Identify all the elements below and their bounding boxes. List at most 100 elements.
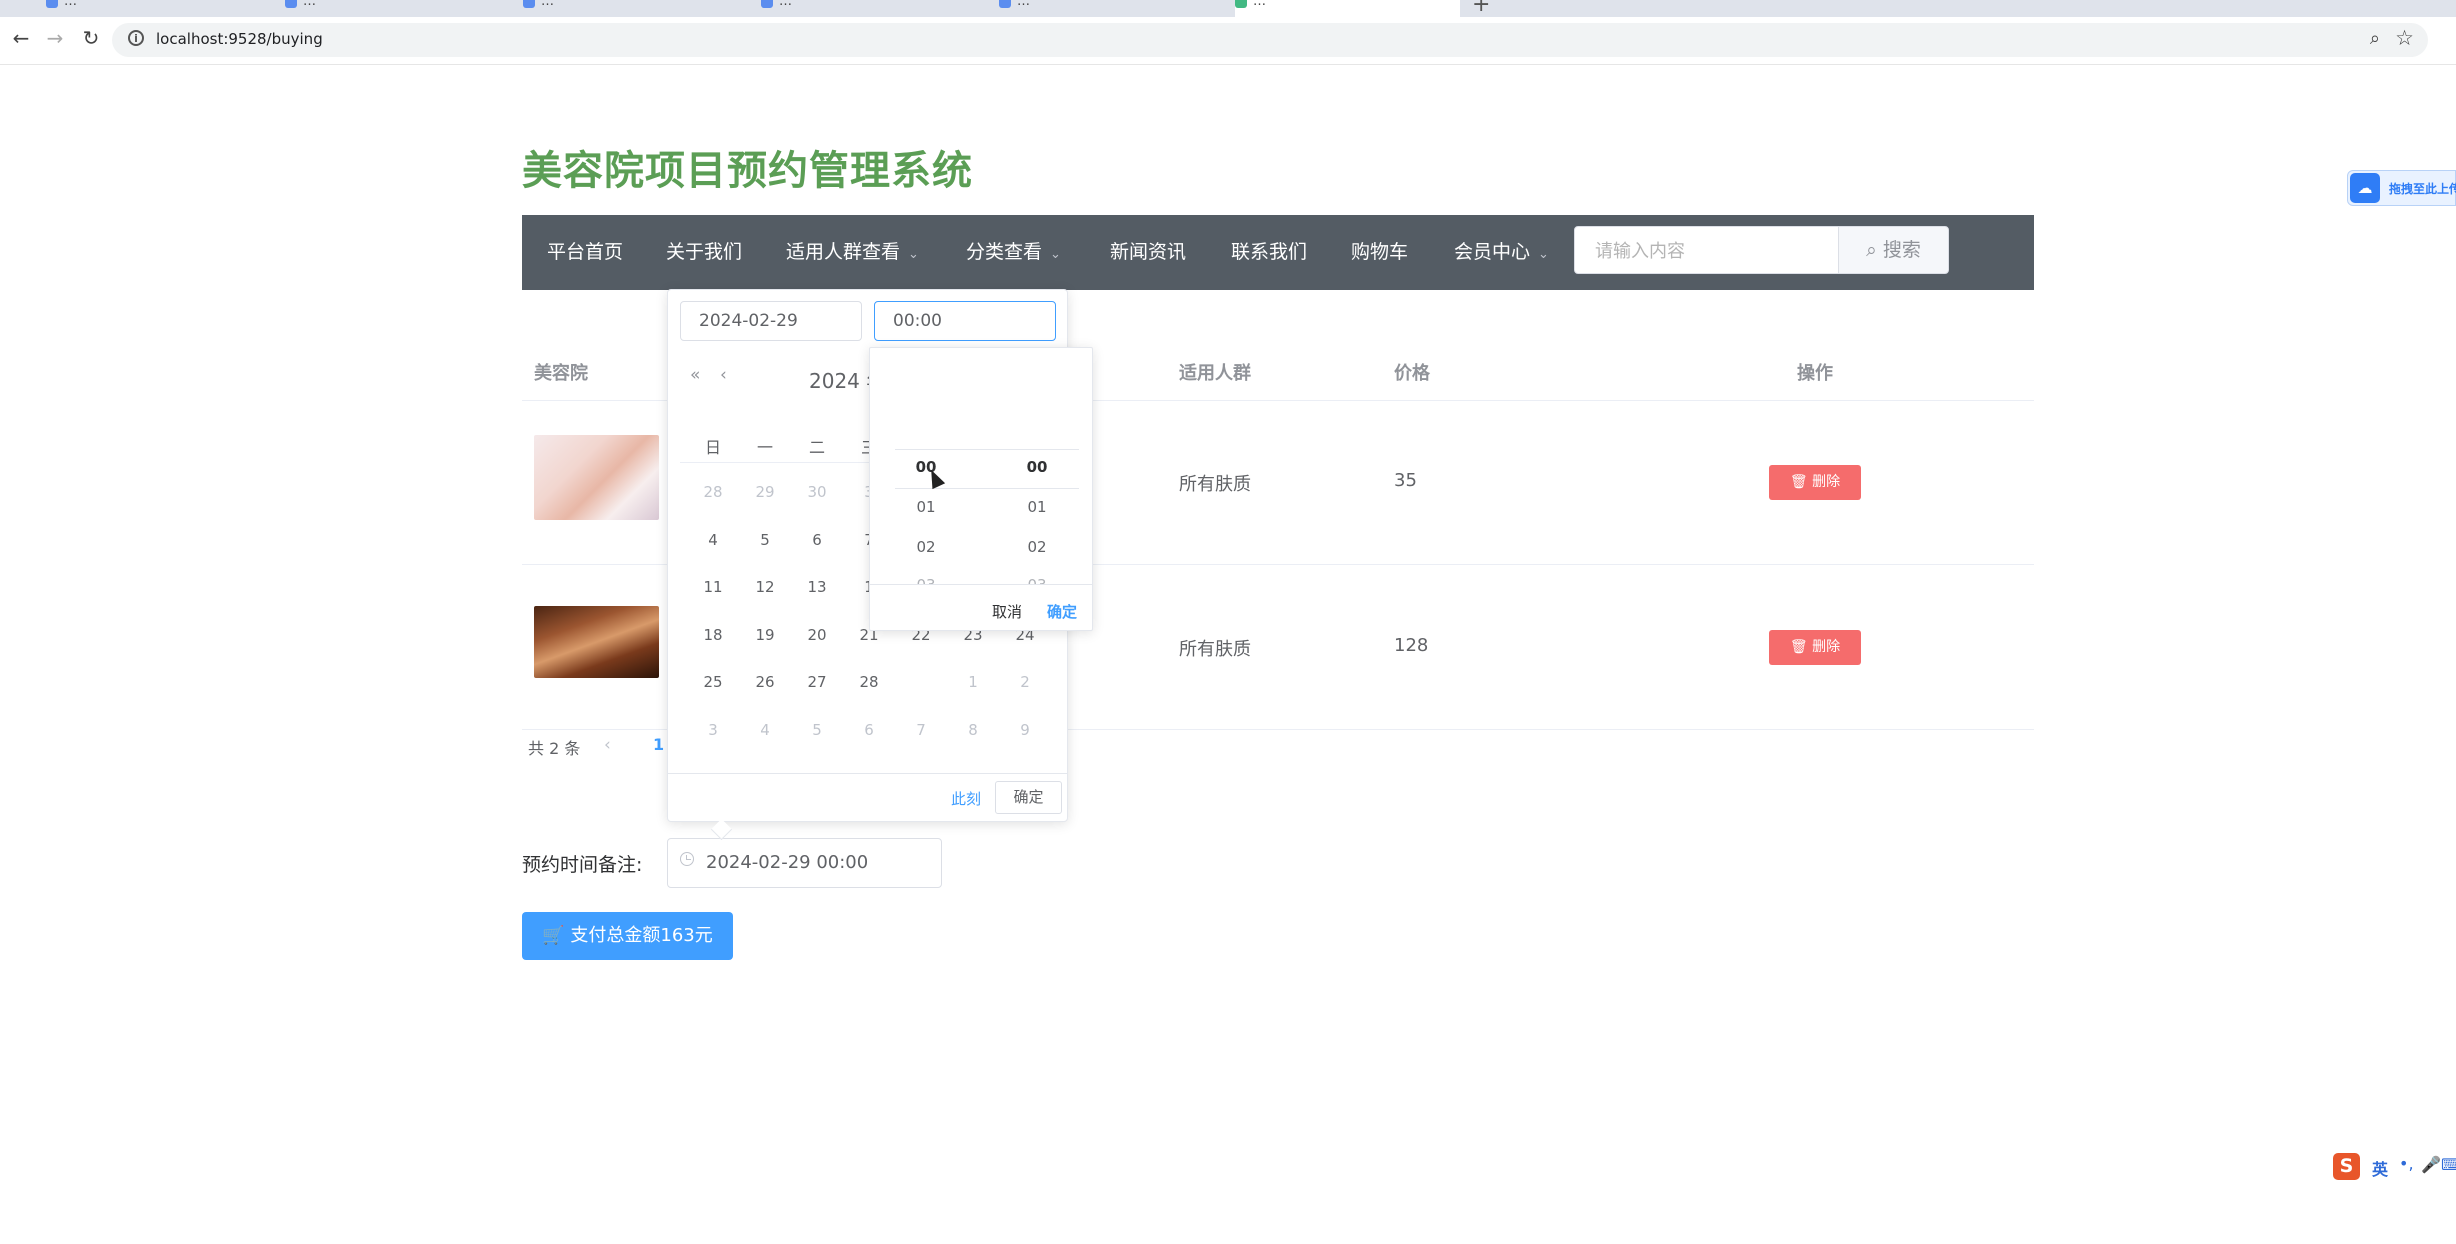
calendar-day[interactable]: 6 [849, 721, 889, 739]
calendar-day[interactable]: 7 [901, 721, 941, 739]
time-confirm-button[interactable]: 确定 [1047, 601, 1077, 622]
calendar-day[interactable]: 4 [693, 531, 733, 549]
search-button[interactable]: ⌕ 搜索 [1838, 226, 1949, 274]
calendar-day[interactable]: 30 [797, 483, 837, 501]
nav-item-home[interactable]: 平台首页 [547, 215, 623, 290]
search-input[interactable] [1593, 227, 1827, 275]
page-number[interactable]: 1 [653, 735, 664, 754]
browser-tabstrip: …× …× …× …× …× …× + [0, 0, 2456, 17]
minute-spinner[interactable]: 00 01 02 03 [981, 348, 1092, 584]
calendar-day[interactable]: 29 [745, 483, 785, 501]
browser-tab[interactable]: …× [285, 0, 515, 17]
browser-tab[interactable]: …× [761, 0, 991, 17]
time-cancel-button[interactable]: 取消 [992, 601, 1022, 622]
back-icon[interactable]: ← [8, 26, 34, 50]
ime-language-toggle[interactable]: 英 [2372, 1156, 2388, 1180]
nav-item-news[interactable]: 新闻资讯 [1110, 215, 1186, 290]
calendar-day[interactable]: 18 [693, 626, 733, 644]
nav-item-about[interactable]: 关于我们 [666, 215, 742, 290]
nav-item-category[interactable]: 分类查看 ⌄ [966, 215, 1061, 290]
hour-option[interactable]: 02 [870, 538, 982, 556]
picker-footer: 此刻 确定 [668, 773, 1067, 823]
calendar-day[interactable]: 26 [745, 673, 785, 691]
keyboard-icon[interactable]: ⌨ [2441, 1155, 2456, 1174]
prev-month-icon[interactable]: ‹ [720, 365, 727, 385]
cell-audience: 所有肤质 [1179, 474, 1251, 495]
nav-item-contact[interactable]: 联系我们 [1231, 215, 1307, 290]
pagination: 共 2 条 ‹ 1 [528, 735, 664, 759]
nav-item-cart[interactable]: 购物车 [1351, 215, 1408, 290]
minute-option[interactable]: 01 [981, 498, 1092, 516]
browser-tab-active[interactable]: …× [1235, 0, 1460, 17]
prev-page-icon[interactable]: ‹ [604, 735, 611, 755]
trash-icon: 🗑 [1789, 639, 1813, 655]
calendar-day[interactable]: 4 [745, 721, 785, 739]
clock-icon [680, 852, 694, 866]
calendar-day[interactable]: 9 [1005, 721, 1045, 739]
minute-option[interactable]: 02 [981, 538, 1092, 556]
calendar-day[interactable]: 2 [1005, 673, 1045, 691]
delete-button[interactable]: 🗑 删除 [1769, 630, 1861, 665]
picker-date-input[interactable]: 2024-02-29 [680, 301, 862, 341]
calendar-day[interactable]: 13 [797, 578, 837, 596]
tab-favicon-icon [761, 0, 773, 8]
browser-tab[interactable]: …× [523, 0, 753, 17]
delete-button[interactable]: 🗑 删除 [1769, 465, 1861, 500]
column-header-audience: 适用人群 [1179, 363, 1251, 384]
calendar-day[interactable]: 3 [693, 721, 733, 739]
picker-confirm-button[interactable]: 确定 [995, 781, 1062, 814]
booking-time-input[interactable]: 2024-02-29 00:00 [667, 838, 942, 888]
nav-item-audience[interactable]: 适用人群查看 ⌄ [786, 215, 919, 290]
search-box [1574, 226, 1839, 275]
ime-toolbar: S 英 •, 🎤 ⌨ [2331, 1151, 2456, 1183]
url-field[interactable]: i localhost:9528/buying ⌕ ☆ [112, 23, 2428, 57]
site-title: 美容院项目预约管理系统 [522, 148, 973, 194]
minute-option[interactable]: 03 [981, 576, 1092, 584]
pagination-total: 共 2 条 [528, 739, 581, 758]
pay-button[interactable]: 🛒 支付总金额163元 [522, 912, 733, 960]
browser-tab[interactable]: …× [999, 0, 1229, 17]
new-tab-icon[interactable]: + [1472, 0, 1490, 17]
calendar-day[interactable]: 11 [693, 578, 733, 596]
upload-drop-widget[interactable]: ☁ 拖拽至此上传 [2347, 170, 2456, 206]
calendar-day[interactable]: 6 [797, 531, 837, 549]
calendar-day[interactable]: 25 [693, 673, 733, 691]
bookmark-star-icon[interactable]: ☆ [2395, 26, 2414, 50]
ime-logo-icon[interactable]: S [2333, 1153, 2360, 1180]
calendar-day[interactable]: 19 [745, 626, 785, 644]
calendar-day[interactable]: 20 [797, 626, 837, 644]
calendar-day[interactable]: 28 [849, 673, 889, 691]
prev-year-icon[interactable]: « [690, 365, 700, 385]
url-text[interactable]: localhost:9528/buying [156, 30, 323, 48]
tab-favicon-icon [1235, 0, 1247, 8]
hour-option[interactable]: 03 [870, 576, 982, 584]
calendar-day[interactable]: 8 [953, 721, 993, 739]
calendar-day-selected[interactable]: 29 [901, 665, 941, 695]
calendar-day[interactable]: 5 [797, 721, 837, 739]
weekday-label: 日 [704, 438, 721, 457]
nav-item-member[interactable]: 会员中心 ⌄ [1454, 215, 1549, 290]
site-info-icon[interactable]: i [128, 30, 144, 46]
picker-time-input[interactable]: 00:00 [874, 301, 1056, 341]
column-header-action: 操作 [1797, 363, 1833, 384]
cell-price: 35 [1394, 470, 1417, 491]
cell-price: 128 [1394, 635, 1429, 656]
minute-option[interactable]: 00 [981, 458, 1092, 476]
zoom-icon[interactable]: ⌕ [2370, 28, 2380, 49]
calendar-day[interactable]: 1 [953, 673, 993, 691]
calendar-day[interactable]: 28 [693, 483, 733, 501]
forward-icon[interactable]: → [42, 26, 68, 50]
calendar-day[interactable]: 27 [797, 673, 837, 691]
browser-tab[interactable]: …× [46, 0, 276, 17]
microphone-icon[interactable]: 🎤 [2421, 1155, 2441, 1174]
calendar-day[interactable]: 5 [745, 531, 785, 549]
now-link[interactable]: 此刻 [951, 788, 981, 809]
trash-icon: 🗑 [1789, 474, 1813, 490]
hour-spinner[interactable]: 00 01 02 03 [870, 348, 982, 584]
column-header-price: 价格 [1394, 363, 1430, 384]
hour-option[interactable]: 01 [870, 498, 982, 516]
reload-icon[interactable]: ↻ [78, 26, 104, 50]
cart-icon: 🛒 [542, 925, 571, 946]
punctuation-icon[interactable]: •, [2399, 1154, 2414, 1173]
calendar-day[interactable]: 12 [745, 578, 785, 596]
